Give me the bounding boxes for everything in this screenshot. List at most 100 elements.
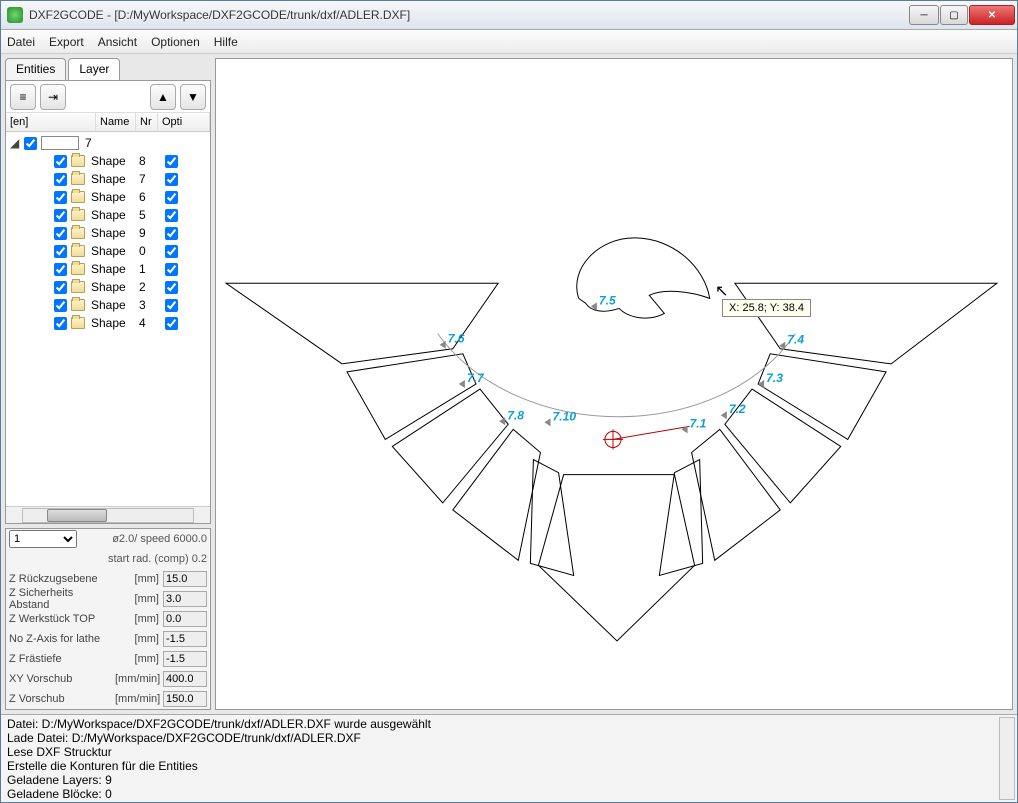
row-enable-checkbox[interactable] xyxy=(54,317,67,330)
row-enable-checkbox[interactable] xyxy=(54,263,67,276)
row-opt-checkbox[interactable] xyxy=(165,299,178,312)
row-name: Shape xyxy=(91,244,139,258)
maximize-button[interactable]: ▢ xyxy=(940,5,968,25)
tab-layer[interactable]: Layer xyxy=(68,58,120,80)
row-enable-checkbox[interactable] xyxy=(54,209,67,222)
row-opt-checkbox[interactable] xyxy=(165,191,178,204)
shape-label: 7.6 xyxy=(448,332,465,346)
folder-icon xyxy=(71,317,85,329)
shape-label: 7.7 xyxy=(467,371,485,385)
row-opt-checkbox[interactable] xyxy=(165,245,178,258)
tree-row[interactable]: Shape 8 xyxy=(6,152,210,170)
root-enable-checkbox[interactable] xyxy=(24,137,37,150)
row-opt-checkbox[interactable] xyxy=(165,227,178,240)
row-nr: 3 xyxy=(139,298,161,312)
indent-icon[interactable]: ⇥ xyxy=(40,84,66,110)
param-input[interactable] xyxy=(163,611,207,627)
params-panel: 1 ø2.0/ speed 6000.0 start rad. (comp) 0… xyxy=(5,528,211,710)
col-opt[interactable]: Opti xyxy=(158,113,210,131)
col-enabled[interactable]: [en] xyxy=(6,113,96,131)
col-nr[interactable]: Nr xyxy=(136,113,158,131)
console-scrollbar[interactable] xyxy=(999,717,1015,800)
row-name: Shape xyxy=(91,190,139,204)
row-opt-checkbox[interactable] xyxy=(165,281,178,294)
param-unit: [mm] xyxy=(115,573,163,585)
row-nr: 4 xyxy=(139,316,161,330)
tree-row[interactable]: Shape 6 xyxy=(6,188,210,206)
row-opt-checkbox[interactable] xyxy=(165,263,178,276)
tree-row[interactable]: Shape 5 xyxy=(6,206,210,224)
row-opt-checkbox[interactable] xyxy=(165,317,178,330)
title-bar[interactable]: DXF2GCODE - [D:/MyWorkspace/DXF2GCODE/tr… xyxy=(1,1,1017,30)
log-console[interactable]: Datei: D:/MyWorkspace/DXF2GCODE/trunk/dx… xyxy=(1,714,1017,802)
tree-row[interactable]: Shape 3 xyxy=(6,296,210,314)
shape-label: 7.5 xyxy=(599,293,616,307)
tree-hscroll[interactable] xyxy=(6,506,210,523)
menu-datei[interactable]: Datei xyxy=(7,35,35,49)
menu-export[interactable]: Export xyxy=(49,35,84,49)
tree-row[interactable]: Shape 4 xyxy=(6,314,210,332)
scrollbar-thumb[interactable] xyxy=(47,509,107,522)
align-left-icon[interactable]: ≡ xyxy=(10,84,36,110)
folder-icon xyxy=(71,227,85,239)
param-unit: [mm] xyxy=(115,633,163,645)
menu-ansicht[interactable]: Ansicht xyxy=(98,35,137,49)
window-title: DXF2GCODE - [D:/MyWorkspace/DXF2GCODE/tr… xyxy=(29,8,909,22)
tab-entities[interactable]: Entities xyxy=(5,58,66,80)
row-enable-checkbox[interactable] xyxy=(54,173,67,186)
drawing-canvas[interactable]: 7.57.67.47.77.37.87.107.17.2 ↖ X: 25.8; … xyxy=(215,58,1013,710)
menu-hilfe[interactable]: Hilfe xyxy=(214,35,238,49)
tool-info1: ø2.0/ speed 6000.0 xyxy=(108,533,207,545)
close-button[interactable]: ✕ xyxy=(969,5,1015,25)
row-enable-checkbox[interactable] xyxy=(54,245,67,258)
param-unit: [mm] xyxy=(115,613,163,625)
tool-select[interactable]: 1 xyxy=(9,530,77,548)
row-nr: 7 xyxy=(139,172,161,186)
param-unit: [mm/min] xyxy=(115,673,163,685)
coord-tooltip: X: 25.8; Y: 38.4 xyxy=(722,299,811,317)
param-input[interactable] xyxy=(163,691,207,707)
caret-icon[interactable]: ◢ xyxy=(10,136,20,150)
row-enable-checkbox[interactable] xyxy=(54,227,67,240)
param-input[interactable] xyxy=(163,651,207,667)
row-opt-checkbox[interactable] xyxy=(165,155,178,168)
row-opt-checkbox[interactable] xyxy=(165,173,178,186)
layer-tree[interactable]: ◢ 7 Shape 8 Shape 7 Shape 6 Shape 5 Shap… xyxy=(6,132,210,506)
move-down-icon[interactable]: ▼ xyxy=(180,84,206,110)
col-name[interactable]: Name xyxy=(96,113,136,131)
row-name: Shape xyxy=(91,316,139,330)
shape-label: 7.3 xyxy=(766,371,783,385)
row-nr: 5 xyxy=(139,208,161,222)
param-input[interactable] xyxy=(163,631,207,647)
tree-row[interactable]: Shape 2 xyxy=(6,278,210,296)
param-input[interactable] xyxy=(163,591,207,607)
menu-optionen[interactable]: Optionen xyxy=(151,35,200,49)
shape-label: 7.2 xyxy=(729,402,746,416)
tree-root-row[interactable]: ◢ 7 xyxy=(6,134,210,152)
row-enable-checkbox[interactable] xyxy=(54,191,67,204)
param-label: No Z-Axis for lathe xyxy=(9,633,115,645)
param-unit: [mm/min] xyxy=(115,693,163,705)
row-name: Shape xyxy=(91,154,139,168)
row-enable-checkbox[interactable] xyxy=(54,155,67,168)
row-enable-checkbox[interactable] xyxy=(54,299,67,312)
layer-toolbar: ≡ ⇥ ▲ ▼ xyxy=(6,81,210,113)
move-up-icon[interactable]: ▲ xyxy=(150,84,176,110)
app-icon xyxy=(7,7,23,23)
minimize-button[interactable]: ─ xyxy=(909,5,939,25)
row-nr: 6 xyxy=(139,190,161,204)
row-enable-checkbox[interactable] xyxy=(54,281,67,294)
param-input[interactable] xyxy=(163,671,207,687)
row-opt-checkbox[interactable] xyxy=(165,209,178,222)
tree-row[interactable]: Shape 9 xyxy=(6,224,210,242)
tree-row[interactable]: Shape 7 xyxy=(6,170,210,188)
param-label: Z Frästiefe xyxy=(9,653,115,665)
log-line: Lade Datei: D:/MyWorkspace/DXF2GCODE/tru… xyxy=(7,731,1011,745)
tree-row[interactable]: Shape 1 xyxy=(6,260,210,278)
row-name: Shape xyxy=(91,226,139,240)
folder-icon xyxy=(71,191,85,203)
param-row: XY Vorschub [mm/min] xyxy=(6,669,210,689)
root-name-input[interactable] xyxy=(41,136,79,150)
param-input[interactable] xyxy=(163,571,207,587)
tree-row[interactable]: Shape 0 xyxy=(6,242,210,260)
